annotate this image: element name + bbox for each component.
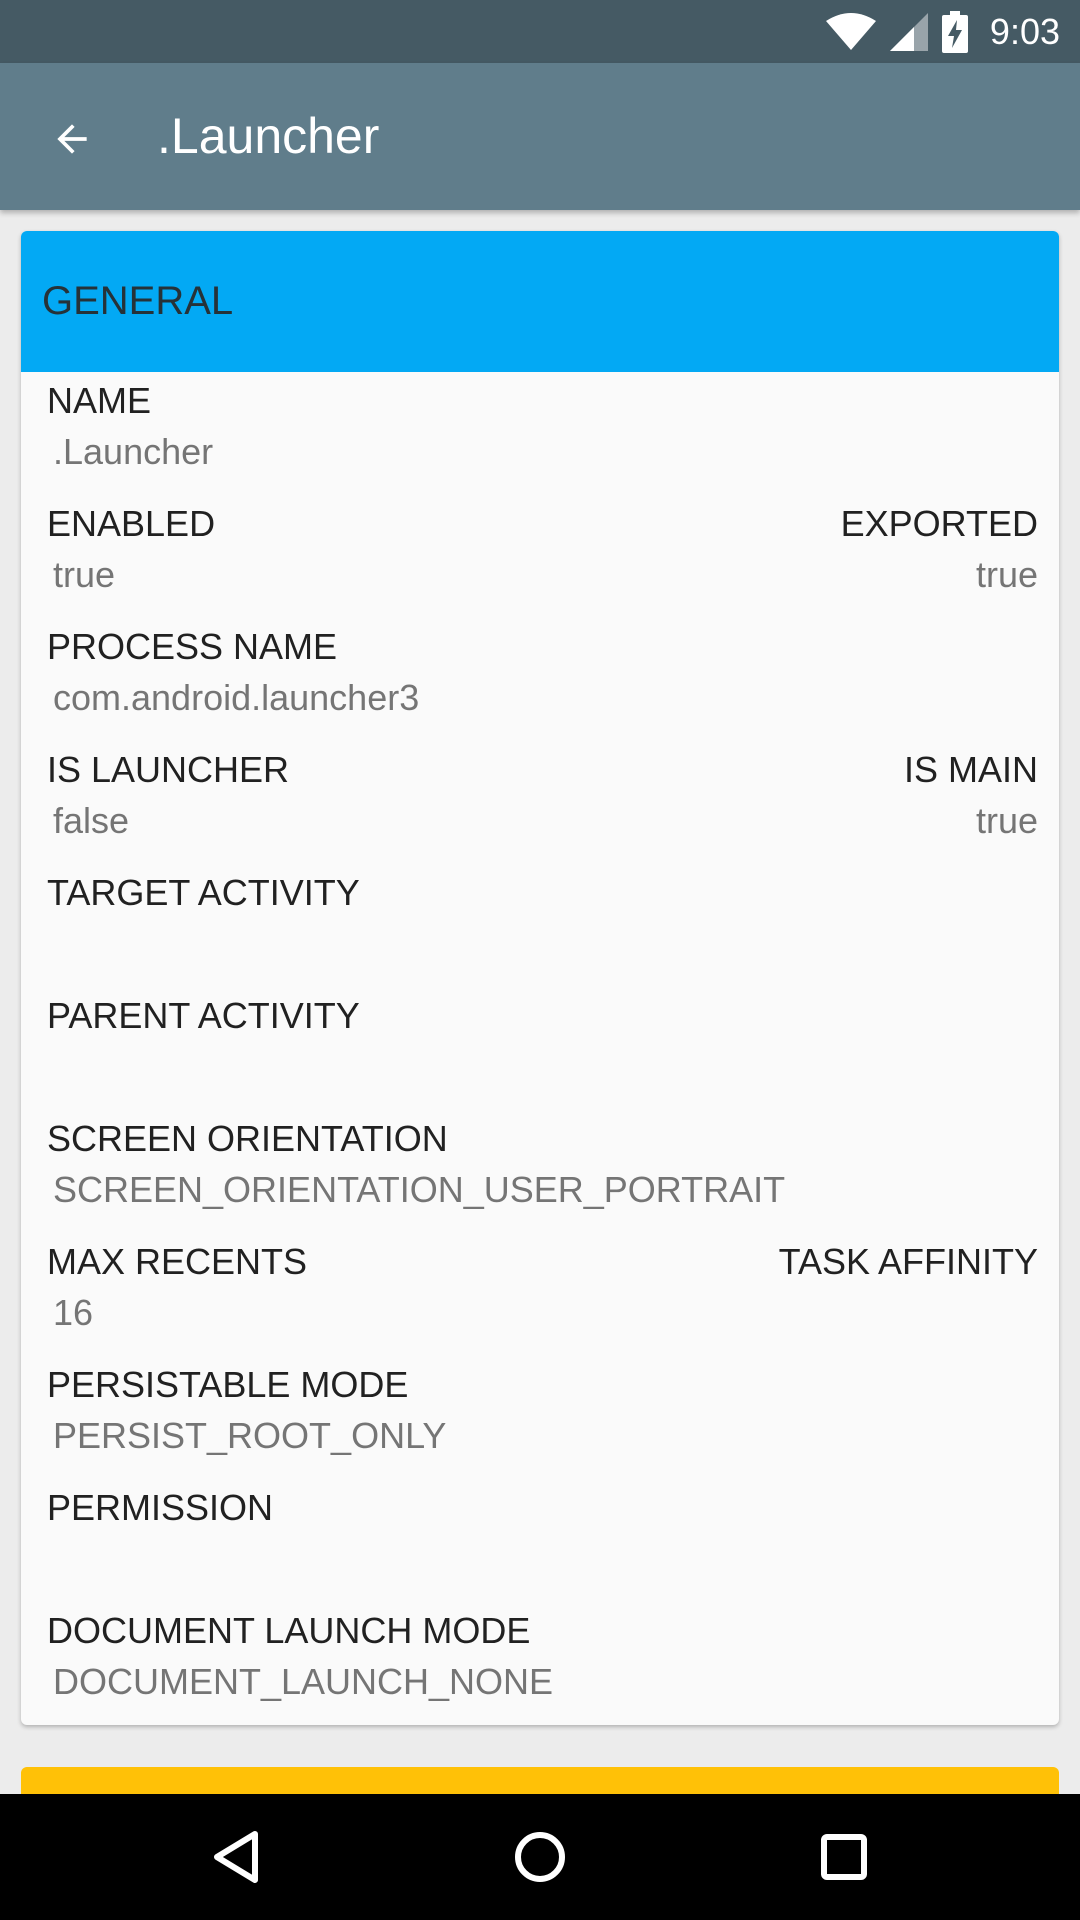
is-main-label: IS MAIN bbox=[903, 749, 1038, 790]
field-row-persistable-mode: PERSISTABLE MODE PERSIST_ROOT_ONLY bbox=[21, 1356, 1059, 1478]
persistable-mode-label: PERSISTABLE MODE bbox=[47, 1364, 409, 1405]
app-bar: .Launcher bbox=[0, 63, 1080, 210]
document-launch-mode-value: DOCUMENT_LAUNCH_NONE bbox=[53, 1661, 554, 1702]
enabled-label: ENABLED bbox=[47, 503, 216, 544]
persistable-mode-value: PERSIST_ROOT_ONLY bbox=[53, 1415, 447, 1456]
recents-square-icon bbox=[821, 1834, 867, 1880]
name-label: NAME bbox=[47, 380, 152, 421]
wifi-icon bbox=[825, 12, 876, 50]
name-value: .Launcher bbox=[53, 431, 214, 472]
is-launcher-value: false bbox=[53, 800, 130, 841]
screen-orientation-value: SCREEN_ORIENTATION_USER_PORTRAIT bbox=[53, 1169, 786, 1210]
task-affinity-label: TASK AFFINITY bbox=[778, 1241, 1038, 1282]
field-row-document-launch-mode: DOCUMENT LAUNCH MODE DOCUMENT_LAUNCH_NON… bbox=[21, 1602, 1059, 1724]
screen-orientation-label: SCREEN ORIENTATION bbox=[47, 1118, 448, 1159]
content-scroll[interactable]: GENERAL NAME .Launcher ENABLED true EXPO… bbox=[0, 210, 1080, 1794]
nav-back-button[interactable] bbox=[196, 1817, 276, 1897]
next-section-card bbox=[21, 1767, 1059, 1794]
status-bar: 9:03 bbox=[0, 0, 1080, 63]
exported-value: true bbox=[975, 554, 1038, 595]
exported-label: EXPORTED bbox=[840, 503, 1038, 544]
max-recents-value: 16 bbox=[53, 1292, 94, 1333]
battery-charging-icon bbox=[941, 10, 968, 53]
nav-recents-button[interactable] bbox=[804, 1817, 884, 1897]
document-launch-mode-label: DOCUMENT LAUNCH MODE bbox=[47, 1610, 531, 1651]
process-name-label: PROCESS NAME bbox=[47, 626, 338, 667]
field-row-name: NAME .Launcher bbox=[21, 372, 1059, 494]
field-row-enabled-exported: ENABLED true EXPORTED true bbox=[21, 495, 1059, 617]
field-row-parent-activity: PARENT ACTIVITY bbox=[21, 987, 1059, 1109]
back-button[interactable] bbox=[32, 99, 112, 179]
field-row-process-name: PROCESS NAME com.android.launcher3 bbox=[21, 618, 1059, 740]
signal-icon bbox=[889, 12, 928, 51]
permission-label: PERMISSION bbox=[47, 1487, 274, 1528]
is-main-value: true bbox=[975, 800, 1038, 841]
status-time: 9:03 bbox=[989, 10, 1060, 52]
target-activity-label: TARGET ACTIVITY bbox=[47, 872, 360, 913]
navigation-bar bbox=[0, 1794, 1080, 1920]
is-launcher-label: IS LAUNCHER bbox=[47, 749, 290, 790]
parent-activity-label: PARENT ACTIVITY bbox=[47, 995, 360, 1036]
field-row-permission: PERMISSION bbox=[21, 1479, 1059, 1601]
general-card: GENERAL NAME .Launcher ENABLED true EXPO… bbox=[21, 231, 1059, 1725]
field-row-target-activity: TARGET ACTIVITY bbox=[21, 864, 1059, 986]
field-row-screen-orientation: SCREEN ORIENTATION SCREEN_ORIENTATION_US… bbox=[21, 1110, 1059, 1232]
enabled-value: true bbox=[53, 554, 116, 595]
home-circle-icon bbox=[515, 1832, 565, 1882]
nav-home-button[interactable] bbox=[500, 1817, 580, 1897]
general-section-header: GENERAL bbox=[21, 231, 1059, 372]
field-row-recents-affinity: MAX RECENTS 16 TASK AFFINITY bbox=[21, 1233, 1059, 1355]
arrow-back-icon bbox=[57, 124, 87, 154]
section-title: GENERAL bbox=[42, 279, 234, 323]
page-title: .Launcher bbox=[157, 108, 380, 164]
status-icons: 9:03 bbox=[825, 0, 1060, 63]
back-triangle-icon bbox=[214, 1831, 258, 1883]
process-name-value: com.android.launcher3 bbox=[53, 677, 420, 718]
max-recents-label: MAX RECENTS bbox=[47, 1241, 308, 1282]
field-row-launcher-main: IS LAUNCHER false IS MAIN true bbox=[21, 741, 1059, 863]
